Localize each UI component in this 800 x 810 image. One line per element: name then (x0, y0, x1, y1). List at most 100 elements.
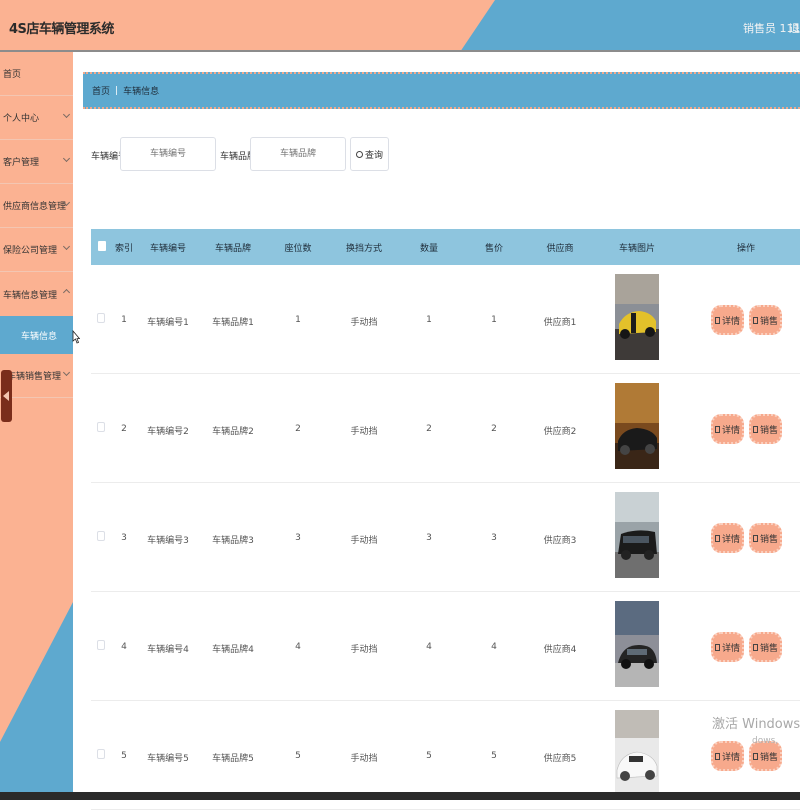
car-thumbnail[interactable] (615, 274, 659, 360)
car-thumbnail[interactable] (615, 710, 659, 796)
table-cell-qty: 1 (426, 315, 432, 325)
car-thumbnail[interactable] (615, 492, 659, 578)
document-icon (752, 534, 758, 542)
windows-activation-subtext: dows, (752, 736, 779, 746)
sell-button-label: 销售 (759, 316, 778, 327)
sidebar-item-customer[interactable]: 客户管理 (0, 140, 73, 184)
table-cell-brand: 车辆品牌2 (212, 427, 254, 437)
table-cell-price: 3 (491, 533, 497, 543)
table-cell-brand: 车辆品牌3 (212, 536, 254, 546)
sell-button[interactable]: 销售 (749, 305, 782, 335)
car-no-search-input[interactable] (120, 137, 216, 171)
row-checkbox[interactable] (97, 313, 105, 323)
table-cell-seats: 1 (295, 315, 301, 325)
document-icon (714, 534, 720, 542)
top-header: 4S店车辆管理系统 销售员 111 退出 (0, 0, 800, 52)
table-cell-seats: 4 (295, 642, 301, 652)
table-cell-brand: 车辆品牌4 (212, 645, 254, 655)
table-cell-index: 3 (121, 533, 127, 543)
row-checkbox[interactable] (97, 422, 105, 432)
sidebar-item-vehicle-info[interactable]: 车辆信息管理 (0, 272, 73, 316)
table-cell-brand: 车辆品牌1 (212, 318, 254, 328)
search-button[interactable]: 查询 (350, 137, 389, 171)
bottom-scrollbar[interactable] (0, 792, 800, 800)
table-cell-supplier: 供应商2 (543, 427, 577, 437)
table-cell-car-no: 车辆编号1 (147, 318, 189, 328)
table-cell-price: 5 (491, 751, 497, 761)
sidebar: 首页 个人中心 客户管理 供应商信息管理 保险公司管理 车辆信息管理 车辆信息 … (0, 52, 73, 792)
sidebar-subitem-vehicle[interactable]: 车辆信息 (0, 316, 73, 354)
detail-button[interactable]: 详情 (711, 741, 744, 771)
car-thumbnail[interactable] (615, 601, 659, 687)
table-cell-supplier: 供应商1 (543, 318, 577, 328)
sidebar-item-insurance[interactable]: 保险公司管理 (0, 228, 73, 272)
row-checkbox[interactable] (97, 749, 105, 759)
search-icon (355, 150, 363, 158)
table-cell-car-no: 车辆编号5 (147, 754, 189, 764)
detail-button[interactable]: 详情 (711, 523, 744, 553)
header-peach-band (0, 0, 495, 50)
sell-button[interactable]: 销售 (749, 414, 782, 444)
table-header: 索引 车辆编号 车辆品牌 座位数 换挡方式 数量 售价 供应商 车辆图片 操作 (91, 229, 800, 265)
table-cell-supplier: 供应商3 (543, 536, 577, 546)
column-header: 车辆编号 (149, 244, 187, 254)
detail-button-label: 详情 (721, 425, 740, 436)
detail-button[interactable]: 详情 (711, 414, 744, 444)
brand-search-input[interactable] (250, 137, 346, 171)
logout-link[interactable]: 退出 (789, 20, 800, 36)
breadcrumb-separator: | (115, 85, 119, 96)
document-icon (714, 752, 720, 760)
table-cell-seats: 3 (295, 533, 301, 543)
mouse-cursor-icon (72, 330, 80, 344)
sell-button-label: 销售 (759, 425, 778, 436)
column-header: 车辆图片 (618, 244, 656, 254)
table-row: 2 车辆编号2 车辆品牌2 2 手动挡 2 2 供应商2 详情 销售 (91, 374, 800, 483)
sidebar-item-label: 供应商信息管理 (3, 202, 67, 212)
table-cell-gear: 手动挡 (350, 318, 378, 328)
table-cell-car-no: 车辆编号3 (147, 536, 189, 546)
sell-button[interactable]: 销售 (749, 523, 782, 553)
sidebar-item-label: 首页 (3, 70, 22, 80)
detail-button[interactable]: 详情 (711, 632, 744, 662)
table-cell-index: 1 (121, 315, 127, 325)
table-cell-index: 4 (121, 642, 127, 652)
car-thumbnail[interactable] (615, 383, 659, 469)
table-cell-qty: 5 (426, 751, 432, 761)
row-checkbox[interactable] (97, 640, 105, 650)
document-icon (752, 643, 758, 651)
sidebar-item-personal-center[interactable]: 个人中心 (0, 96, 73, 140)
table-cell-index: 5 (121, 751, 127, 761)
table-cell-index: 2 (121, 424, 127, 434)
sell-button[interactable]: 销售 (749, 632, 782, 662)
breadcrumb: 首页 | 车辆信息 (83, 72, 800, 109)
breadcrumb-home[interactable]: 首页 (92, 84, 110, 97)
chevron-down-icon (62, 154, 71, 163)
table-cell-supplier: 供应商5 (543, 754, 577, 764)
table-cell-gear: 手动挡 (350, 536, 378, 546)
table-row: 1 车辆编号1 车辆品牌1 1 手动挡 1 1 供应商1 详情 销售 (91, 265, 800, 374)
table-cell-price: 2 (491, 424, 497, 434)
select-all-checkbox[interactable] (98, 241, 106, 251)
chevron-up-icon (62, 288, 71, 297)
sidebar-subitem-label: 车辆信息 (21, 331, 58, 342)
document-icon (714, 425, 720, 433)
detail-button-label: 详情 (721, 534, 740, 545)
table-row: 4 车辆编号4 车辆品牌4 4 手动挡 4 4 供应商4 详情 销售 (91, 592, 800, 701)
column-header: 操作 (736, 244, 756, 254)
sidebar-item-home[interactable]: 首页 (0, 52, 73, 96)
sell-button-label: 销售 (759, 752, 778, 763)
sidebar-collapse-toggle[interactable] (1, 370, 12, 422)
table-row: 3 车辆编号3 车辆品牌3 3 手动挡 3 3 供应商3 详情 销售 (91, 483, 800, 592)
column-header: 索引 (114, 244, 134, 254)
sidebar-item-supplier[interactable]: 供应商信息管理 (0, 184, 73, 228)
detail-button[interactable]: 详情 (711, 305, 744, 335)
detail-button-label: 详情 (721, 643, 740, 654)
chevron-down-icon (62, 242, 71, 251)
sidebar-item-label: 个人中心 (3, 114, 40, 124)
column-header: 车辆品牌 (214, 244, 252, 254)
row-checkbox[interactable] (97, 531, 105, 541)
column-header: 座位数 (284, 244, 312, 254)
app-title: 4S店车辆管理系统 (9, 22, 114, 37)
table-cell-price: 1 (491, 315, 497, 325)
search-button-label: 查询 (364, 150, 383, 161)
